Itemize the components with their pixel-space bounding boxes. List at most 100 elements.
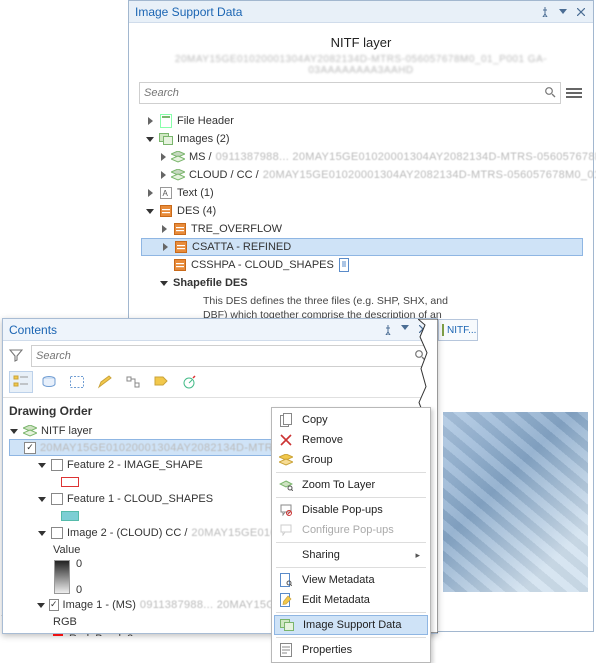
tree-images-cloud[interactable]: CLOUD / CC / 20MAY15GE01020001304AY20821… (141, 166, 583, 184)
tree-blurred: 20MAY15GE01020001304AY2082134D-MTRS-0560… (263, 169, 596, 181)
popup-disable-icon (278, 502, 294, 518)
tree-label: Shapefile DES (173, 277, 248, 289)
stretch-gradient (54, 560, 70, 594)
contents-searchbox[interactable] (31, 345, 431, 367)
isd-search-input[interactable] (144, 87, 544, 99)
tree-label: File Header (177, 115, 234, 127)
collapse-icon[interactable] (37, 460, 47, 470)
layer-stack-icon (171, 168, 185, 182)
tree-des-csatta[interactable]: CSATTA - REFINED (141, 238, 583, 256)
collapse-icon[interactable] (9, 426, 19, 436)
tree-text[interactable]: A Text (1) (141, 184, 583, 202)
list-by-selection-button[interactable] (65, 371, 89, 393)
layer-context-menu: Copy Remove Group Zoom To Layer Disable … (271, 407, 431, 663)
nitf-layer-tab[interactable]: NITF... (438, 319, 478, 341)
autohide-pin-icon[interactable] (539, 7, 551, 17)
close-icon[interactable] (575, 7, 587, 17)
list-by-source-button[interactable] (37, 371, 61, 393)
expand-icon[interactable] (159, 170, 167, 180)
group-icon (278, 452, 294, 468)
menu-sharing[interactable]: Sharing (274, 545, 428, 565)
tree-images[interactable]: Images (2) (141, 130, 583, 148)
expand-icon[interactable] (159, 224, 169, 234)
tree-shapefile-hdr: Shapefile DES (141, 274, 583, 292)
isd-title-text: Image Support Data (135, 5, 242, 19)
edit-meta-icon (278, 592, 294, 608)
visibility-checkbox[interactable] (24, 442, 36, 454)
isd-layer-heading: NITF layer (139, 35, 583, 50)
menu-view-metadata[interactable]: View Metadata (274, 570, 428, 590)
layer-label: Image 2 - (CLOUD) CC / (67, 527, 187, 539)
menu-disable-popups[interactable]: Disable Pop-ups (274, 500, 428, 520)
close-icon[interactable] (419, 325, 431, 335)
list-by-drawing-order-button[interactable] (9, 371, 33, 393)
menu-image-support-data[interactable]: Image Support Data (274, 615, 428, 635)
isd-menu-icon (279, 617, 295, 633)
menu-edit-metadata[interactable]: Edit Metadata (274, 590, 428, 610)
tree-des-csshpa[interactable]: CSSHPA - CLOUD_SHAPES (141, 256, 583, 274)
collapse-icon[interactable] (145, 206, 155, 216)
tree-file-header[interactable]: File Header (141, 112, 583, 130)
expand-icon[interactable] (159, 152, 167, 162)
contents-title-text: Contents (9, 323, 57, 337)
visibility-checkbox[interactable] (51, 527, 63, 539)
isd-searchbox[interactable] (139, 82, 561, 104)
value-bot: 0 (76, 584, 82, 596)
visibility-checkbox[interactable] (49, 599, 59, 611)
collapse-icon[interactable] (37, 528, 47, 538)
tree-label: TRE_OVERFLOW (191, 223, 282, 235)
svg-text:A: A (163, 189, 169, 198)
search-icon[interactable] (414, 349, 426, 364)
isd-sublabel: 20MAY15GE01020001304AY2082134D-MTRS-0560… (139, 54, 583, 76)
remove-icon (278, 432, 294, 448)
list-by-labeling-button[interactable] (149, 371, 173, 393)
layer-label: Feature 1 - CLOUD_SHAPES (67, 493, 213, 505)
visibility-checkbox[interactable] (51, 493, 63, 505)
panel-menu-icon[interactable] (401, 325, 413, 335)
menu-zoom-to-layer[interactable]: Zoom To Layer (274, 475, 428, 495)
expand-icon[interactable] (145, 116, 155, 126)
collapse-icon[interactable] (37, 600, 45, 610)
contents-toolbar (3, 371, 437, 398)
group-layer-icon (23, 424, 37, 438)
visibility-checkbox[interactable] (51, 459, 63, 471)
tree-des-tre[interactable]: TRE_OVERFLOW (141, 220, 583, 238)
panel-menu-icon[interactable] (557, 7, 569, 17)
des-icon (159, 204, 173, 218)
collapse-icon[interactable] (159, 278, 169, 288)
tree-blurred: 0911387988... 20MAY15GE01020001304AY2082… (216, 151, 596, 163)
menu-copy[interactable]: Copy (274, 410, 428, 430)
tree-des[interactable]: DES (4) (141, 202, 583, 220)
list-by-editing-button[interactable] (93, 371, 117, 393)
collapse-icon[interactable] (145, 134, 155, 144)
filter-icon[interactable] (9, 348, 25, 364)
text-icon: A (159, 186, 173, 200)
des-item-icon (173, 222, 187, 236)
list-by-perf-button[interactable] (177, 371, 201, 393)
collapse-icon[interactable] (37, 494, 47, 504)
layer-label: NITF layer (41, 425, 92, 437)
contents-search-input[interactable] (36, 350, 414, 362)
view-meta-icon (278, 572, 294, 588)
layer-label: Image 1 - (MS) (63, 599, 136, 611)
doc-icon[interactable] (338, 258, 352, 272)
autohide-pin-icon[interactable] (383, 325, 395, 335)
expand-icon[interactable] (145, 188, 155, 198)
expand-icon[interactable] (160, 242, 170, 252)
menu-configure-popups: Configure Pop-ups (274, 520, 428, 540)
copy-icon (278, 412, 294, 428)
properties-icon (278, 642, 294, 658)
des-item-icon (173, 258, 187, 272)
tree-label: Images (2) (177, 133, 230, 145)
menu-group[interactable]: Group (274, 450, 428, 470)
menu-remove[interactable]: Remove (274, 430, 428, 450)
options-menu-icon[interactable] (565, 86, 583, 100)
menu-properties[interactable]: Properties (274, 640, 428, 660)
tree-label: MS / (189, 151, 212, 163)
list-by-snapping-button[interactable] (121, 371, 145, 393)
images-icon (159, 132, 173, 146)
tree-label: DES (4) (177, 205, 216, 217)
tree-images-ms[interactable]: MS / 0911387988... 20MAY15GE01020001304A… (141, 148, 583, 166)
search-icon[interactable] (544, 86, 556, 101)
nitf-icon (442, 324, 444, 336)
